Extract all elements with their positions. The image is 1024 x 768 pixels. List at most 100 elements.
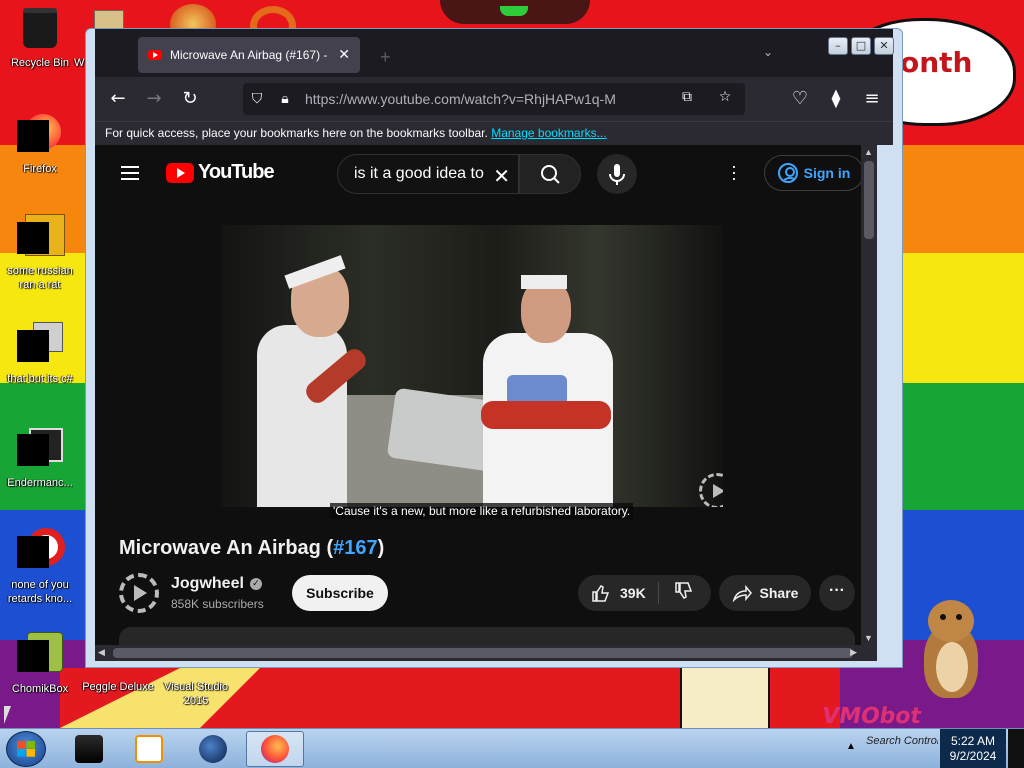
start-button[interactable] (6, 731, 46, 767)
desktop-icon-label: Endermanc... (7, 477, 73, 489)
horizontal-scrollbar[interactable]: ◀ ▶ (95, 645, 877, 661)
desktop-icon-firefox[interactable]: Firefox (0, 112, 80, 176)
video-frame-goggles (521, 275, 567, 289)
shield-icon[interactable]: ⛉ (243, 91, 271, 107)
desktop-icon-opera[interactable]: none of you retards kno... (0, 528, 80, 606)
desktop-icon-recycle-bin[interactable]: Recycle Bin (0, 6, 80, 70)
desktop-icon-label: some russian ran a rat (7, 265, 73, 291)
desktop-icon-russian-rat[interactable]: some russian ran a rat (0, 214, 80, 292)
youtube-logo[interactable]: YouTube (166, 161, 275, 184)
sign-in-button[interactable]: Sign in (764, 155, 864, 191)
back-icon[interactable]: ← (107, 88, 129, 110)
video-title: Microwave An Airbag (#167) (119, 537, 384, 560)
url-bar[interactable]: ⛉ 🔒︎ https://www.youtube.com/watch?v=Rhj… (243, 83, 745, 115)
desktop-icon-c-sharp[interactable]: that but its c# (0, 322, 80, 386)
subscribe-button[interactable]: Subscribe (292, 575, 388, 611)
description-box[interactable] (119, 627, 855, 645)
subscriber-count: 858K subscribers (171, 597, 264, 611)
sign-in-label: Sign in (803, 165, 851, 181)
hashtag-link[interactable]: #167 (333, 537, 378, 559)
video-player[interactable] (221, 225, 723, 507)
youtube-logo-text: YouTube (198, 161, 275, 183)
chomikbox-icon (17, 632, 63, 678)
desktop-icon-label: that but its c# (7, 373, 73, 385)
share-button[interactable]: Share (719, 575, 811, 611)
microphone-icon (609, 164, 625, 185)
channel-name[interactable]: Jogwheel ✓ (171, 575, 262, 593)
verified-check-icon: ✓ (249, 578, 262, 590)
vertical-scrollbar[interactable]: ▲ ▼ (861, 145, 877, 645)
scroll-down-arrow-icon[interactable]: ▼ (864, 633, 873, 643)
show-desktop-button[interactable] (1008, 729, 1024, 768)
new-tab-button[interactable]: + (380, 47, 391, 68)
channel-watermark-icon[interactable] (699, 473, 723, 507)
desktop-icon-label: Peggle Deluxe (82, 681, 154, 693)
thumbs-down-icon (675, 581, 693, 599)
dislike-button[interactable] (659, 581, 693, 606)
pocket-icon[interactable]: ♡ (789, 88, 811, 110)
minimize-button[interactable]: – (828, 37, 848, 55)
tab-bar: Microwave An Airbag (#167) - ✕ + ⌄ (95, 29, 893, 77)
forward-icon[interactable]: → (143, 88, 165, 110)
recycle-bin-icon (17, 6, 63, 52)
youtube-play-icon (166, 162, 194, 183)
scroll-up-arrow-icon[interactable]: ▲ (864, 147, 873, 157)
horizontal-scrollbar-thumb[interactable] (113, 648, 853, 658)
search-button[interactable] (519, 154, 581, 194)
share-label: Share (759, 585, 799, 601)
channel-name-text[interactable]: Jogwheel (171, 575, 244, 593)
desktop-icon-endermanc[interactable]: Endermanc... (0, 426, 80, 490)
window-icon (17, 426, 63, 472)
scroll-right-arrow-icon[interactable]: ▶ (850, 647, 857, 658)
clock-date: 9/2/2024 (949, 749, 997, 763)
extensions-icon[interactable]: ⧫ (825, 88, 847, 110)
search-input[interactable]: is it a good idea to microwave an airbag… (337, 154, 519, 194)
desktop-icon-label: Visual Studio 2015 (163, 681, 228, 707)
taskbar-firefox[interactable] (246, 731, 304, 767)
bookmark-star-icon[interactable]: ☆ (711, 89, 739, 105)
desktop-icon-label: ChomikBox (11, 683, 69, 695)
voice-search-button[interactable] (597, 154, 637, 194)
search-query[interactable]: is it a good idea to microwave an airbag (354, 165, 486, 183)
tray-search-text[interactable]: Search Control (866, 735, 938, 747)
close-tab-icon[interactable]: ✕ (338, 47, 350, 63)
youtube-page: YouTube is it a good idea to microwave a… (95, 145, 877, 645)
video-title-text: Microwave An Airbag ( (119, 537, 334, 559)
more-actions-icon[interactable]: ··· (819, 575, 855, 611)
maximize-button[interactable]: □ (851, 37, 871, 55)
show-hidden-icons[interactable]: ▲ (846, 741, 856, 752)
explorer-icon (75, 735, 103, 763)
url-text[interactable]: https://www.youtube.com/watch?v=RhjHAPw1… (305, 91, 665, 107)
picture-in-picture-icon[interactable]: ⧉ (673, 89, 701, 105)
reload-icon[interactable]: ↻ (179, 88, 201, 110)
hamster-mascot (918, 600, 980, 700)
app-icon (17, 214, 65, 260)
scroll-left-arrow-icon[interactable]: ◀ (98, 647, 105, 658)
taskbar-browser-globe[interactable] (184, 731, 242, 767)
clear-search-icon[interactable]: ✕ (493, 164, 510, 188)
video-title-text-end: ) (377, 537, 385, 559)
desktop-icon-visual-studio[interactable]: Visual Studio 2015 (156, 676, 236, 708)
tab-title: Microwave An Airbag (#167) - (170, 48, 328, 62)
scrollbar-thumb[interactable] (864, 161, 874, 239)
like-count: 39K (620, 585, 646, 601)
browser-tab[interactable]: Microwave An Airbag (#167) - ✕ (138, 37, 360, 73)
video-caption: 'Cause it's a new, but more like a refur… (330, 503, 634, 519)
hamburger-menu-icon[interactable] (121, 166, 139, 180)
manage-bookmarks-link[interactable]: Manage bookmarks... (491, 126, 606, 140)
desktop-icon-peggle[interactable]: Peggle Deluxe (78, 676, 158, 694)
channel-avatar[interactable] (119, 573, 159, 613)
taskbar-explorer[interactable] (60, 731, 118, 767)
close-window-button[interactable]: ✕ (874, 37, 894, 55)
video-frame-person (257, 325, 347, 507)
taskbar-media-player[interactable] (120, 731, 178, 767)
lock-icon[interactable]: 🔒︎ (271, 91, 299, 107)
clock[interactable]: 5:22 AM 9/2/2024 (940, 729, 1006, 768)
desktop-icon-chomikbox[interactable]: ChomikBox (0, 632, 80, 696)
like-button[interactable]: 39K (578, 583, 658, 603)
navigation-bar: ← → ↻ ⛉ 🔒︎ https://www.youtube.com/watch… (95, 77, 893, 121)
menu-icon[interactable]: ≡ (861, 88, 883, 110)
desktop-icon-label: Recycle Bin (10, 57, 70, 69)
list-all-tabs-icon[interactable]: ⌄ (763, 45, 773, 59)
settings-more-icon[interactable]: · · · (731, 157, 737, 187)
